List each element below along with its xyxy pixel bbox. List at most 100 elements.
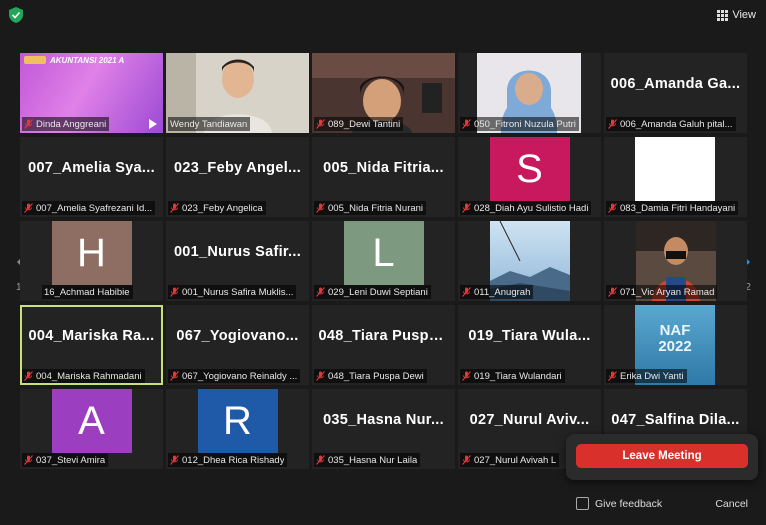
participant-name: 006_Amanda Galuh pital... bbox=[620, 118, 733, 130]
participant-name: 012_Dhea Rica Rishady bbox=[182, 454, 285, 466]
participant-name: 027_Nurul Avivah L bbox=[474, 454, 557, 466]
muted-mic-icon bbox=[608, 371, 617, 381]
cancel-button[interactable]: Cancel bbox=[715, 498, 748, 510]
participant-name-bar: Erika Dwi Yanti bbox=[606, 369, 687, 383]
participant-name-bar: 071_Vic Aryan Ramad bbox=[606, 285, 718, 299]
participant-tile[interactable]: R 012_Dhea Rica Rishady bbox=[166, 389, 309, 469]
video-feed-image bbox=[635, 137, 715, 201]
muted-mic-icon bbox=[316, 203, 325, 213]
participant-name: 037_Stevi Amira bbox=[36, 454, 106, 466]
participant-display-name: 007_Amelia Sya... bbox=[28, 160, 155, 176]
participant-tile[interactable]: 023_Feby Angel... 023_Feby Angelica bbox=[166, 137, 309, 217]
participant-name-bar: 029_Leni Duwi Septiani bbox=[314, 285, 431, 299]
avatar: A bbox=[51, 389, 132, 453]
participant-tile[interactable]: 067_Yogiovano... 067_Yogiovano Reinaldy … bbox=[166, 305, 309, 385]
participant-name-bar: 089_Dewi Tantini bbox=[314, 117, 404, 131]
participant-tile[interactable]: 005_Nida Fitria... 005_Nida Fitria Nuran… bbox=[312, 137, 455, 217]
participant-name-bar: 005_Nida Fitria Nurani bbox=[314, 201, 427, 215]
muted-mic-icon bbox=[316, 455, 325, 465]
participant-name: 005_Nida Fitria Nurani bbox=[328, 202, 424, 214]
participant-name-bar: 004_Mariska Rahmadani bbox=[22, 369, 145, 383]
participant-name-bar: 023_Feby Angelica bbox=[168, 201, 266, 215]
participant-tile[interactable]: L 029_Leni Duwi Septiani bbox=[312, 221, 455, 301]
participant-name-bar: 012_Dhea Rica Rishady bbox=[168, 453, 288, 467]
participant-name: 071_Vic Aryan Ramad bbox=[620, 286, 715, 298]
video-banner-text: NAF 2022 bbox=[658, 322, 692, 355]
muted-mic-icon bbox=[462, 287, 471, 297]
participant-display-name: 006_Amanda Ga... bbox=[610, 76, 741, 92]
leave-meeting-panel: Leave Meeting bbox=[566, 434, 758, 480]
leave-meeting-button[interactable]: Leave Meeting bbox=[576, 444, 748, 468]
give-feedback-label: Give feedback bbox=[595, 497, 663, 510]
participant-display-name: 004_Mariska Ra... bbox=[28, 328, 155, 344]
muted-mic-icon bbox=[608, 203, 617, 213]
participant-tile[interactable]: NAF 2022 Erika Dwi Yanti bbox=[604, 305, 747, 385]
view-button[interactable]: View bbox=[717, 7, 756, 23]
participant-tile[interactable]: 071_Vic Aryan Ramad bbox=[604, 221, 747, 301]
participant-name-bar: 037_Stevi Amira bbox=[22, 453, 109, 467]
participant-tile[interactable]: 019_Tiara Wula... 019_Tiara Wulandari bbox=[458, 305, 601, 385]
participant-name-bar: 006_Amanda Galuh pital... bbox=[606, 117, 736, 131]
muted-mic-icon bbox=[462, 371, 471, 381]
participant-tile[interactable]: 001_Nurus Safir... 001_Nurus Safira Mukl… bbox=[166, 221, 309, 301]
grid-view-icon bbox=[717, 9, 729, 21]
participant-name-bar: 048_Tiara Puspa Dewi bbox=[314, 369, 427, 383]
participant-tile[interactable]: 035_Hasna Nur... 035_Hasna Nur Laila bbox=[312, 389, 455, 469]
participant-display-name: 048_Tiara Puspa... bbox=[318, 328, 449, 344]
participant-name-bar: 019_Tiara Wulandari bbox=[460, 369, 565, 383]
shield-icon[interactable] bbox=[9, 7, 23, 23]
participant-grid: AKUNTANSI 2021 A Dinda Anggreani Wendy T… bbox=[20, 53, 747, 471]
participant-tile-active-speaker[interactable]: 004_Mariska Ra... 004_Mariska Rahmadani bbox=[20, 305, 163, 385]
participant-tile[interactable]: 007_Amelia Sya... 007_Amelia Syafrezani … bbox=[20, 137, 163, 217]
avatar: L bbox=[343, 221, 424, 285]
participant-name: 048_Tiara Puspa Dewi bbox=[328, 370, 424, 382]
participant-tile[interactable]: Wendy Tandiawan bbox=[166, 53, 309, 133]
participant-name: 023_Feby Angelica bbox=[182, 202, 263, 214]
give-feedback-checkbox[interactable] bbox=[576, 497, 589, 510]
play-icon bbox=[149, 119, 157, 129]
participant-name-bar: 067_Yogiovano Reinaldy ... bbox=[168, 369, 301, 383]
video-banner-text: AKUNTANSI 2021 A bbox=[50, 56, 125, 65]
muted-mic-icon bbox=[608, 119, 617, 129]
participant-tile[interactable]: S 028_Diah Ayu Sulistio Hadi bbox=[458, 137, 601, 217]
participant-tile[interactable]: 048_Tiara Puspa... 048_Tiara Puspa Dewi bbox=[312, 305, 455, 385]
participant-name-bar: 027_Nurul Avivah L bbox=[460, 453, 560, 467]
avatar: H bbox=[51, 221, 132, 285]
participant-display-name: 005_Nida Fitria... bbox=[323, 160, 444, 176]
participant-name: 050_Fitroni Nuzula Putri bbox=[474, 118, 576, 130]
participant-display-name: 019_Tiara Wula... bbox=[468, 328, 591, 344]
muted-mic-icon bbox=[170, 455, 179, 465]
muted-mic-icon bbox=[170, 203, 179, 213]
participant-name: 007_Amelia Syafrezani Id... bbox=[36, 202, 153, 214]
avatar: S bbox=[489, 137, 570, 201]
muted-mic-icon bbox=[462, 119, 471, 129]
muted-mic-icon bbox=[462, 455, 471, 465]
participant-name: 004_Mariska Rahmadani bbox=[36, 370, 142, 382]
participant-name-bar: 011_Anugrah bbox=[460, 285, 534, 299]
participant-name-bar: 007_Amelia Syafrezani Id... bbox=[22, 201, 156, 215]
participant-tile[interactable]: 050_Fitroni Nuzula Putri bbox=[458, 53, 601, 133]
muted-mic-icon bbox=[316, 287, 325, 297]
give-feedback-option[interactable]: Give feedback bbox=[576, 497, 662, 510]
avatar: R bbox=[197, 389, 278, 453]
participant-tile[interactable]: 083_Damia Fitri Handayani bbox=[604, 137, 747, 217]
muted-mic-icon bbox=[24, 371, 33, 381]
participant-name-bar: Dinda Anggreani bbox=[22, 117, 110, 131]
participant-tile[interactable]: 011_Anugrah bbox=[458, 221, 601, 301]
participant-name: 029_Leni Duwi Septiani bbox=[328, 286, 428, 298]
participant-name: Dinda Anggreani bbox=[36, 118, 107, 130]
participant-name: 011_Anugrah bbox=[474, 286, 531, 298]
participant-name-bar: 035_Hasna Nur Laila bbox=[314, 453, 421, 467]
participant-name: 001_Nurus Safira Muklis... bbox=[182, 286, 294, 298]
participant-name: 089_Dewi Tantini bbox=[328, 118, 401, 130]
muted-mic-icon bbox=[170, 371, 179, 381]
participant-name: 16_Achmad Habibie bbox=[44, 286, 130, 298]
participant-tile[interactable]: 089_Dewi Tantini bbox=[312, 53, 455, 133]
participant-tile[interactable]: 006_Amanda Ga... 006_Amanda Galuh pital.… bbox=[604, 53, 747, 133]
participant-tile[interactable]: H 16_Achmad Habibie bbox=[20, 221, 163, 301]
top-bar: View bbox=[0, 0, 766, 30]
participant-name-bar: 083_Damia Fitri Handayani bbox=[606, 201, 739, 215]
participant-tile[interactable]: A 037_Stevi Amira bbox=[20, 389, 163, 469]
participant-tile[interactable]: AKUNTANSI 2021 A Dinda Anggreani bbox=[20, 53, 163, 133]
participant-name: 035_Hasna Nur Laila bbox=[328, 454, 418, 466]
